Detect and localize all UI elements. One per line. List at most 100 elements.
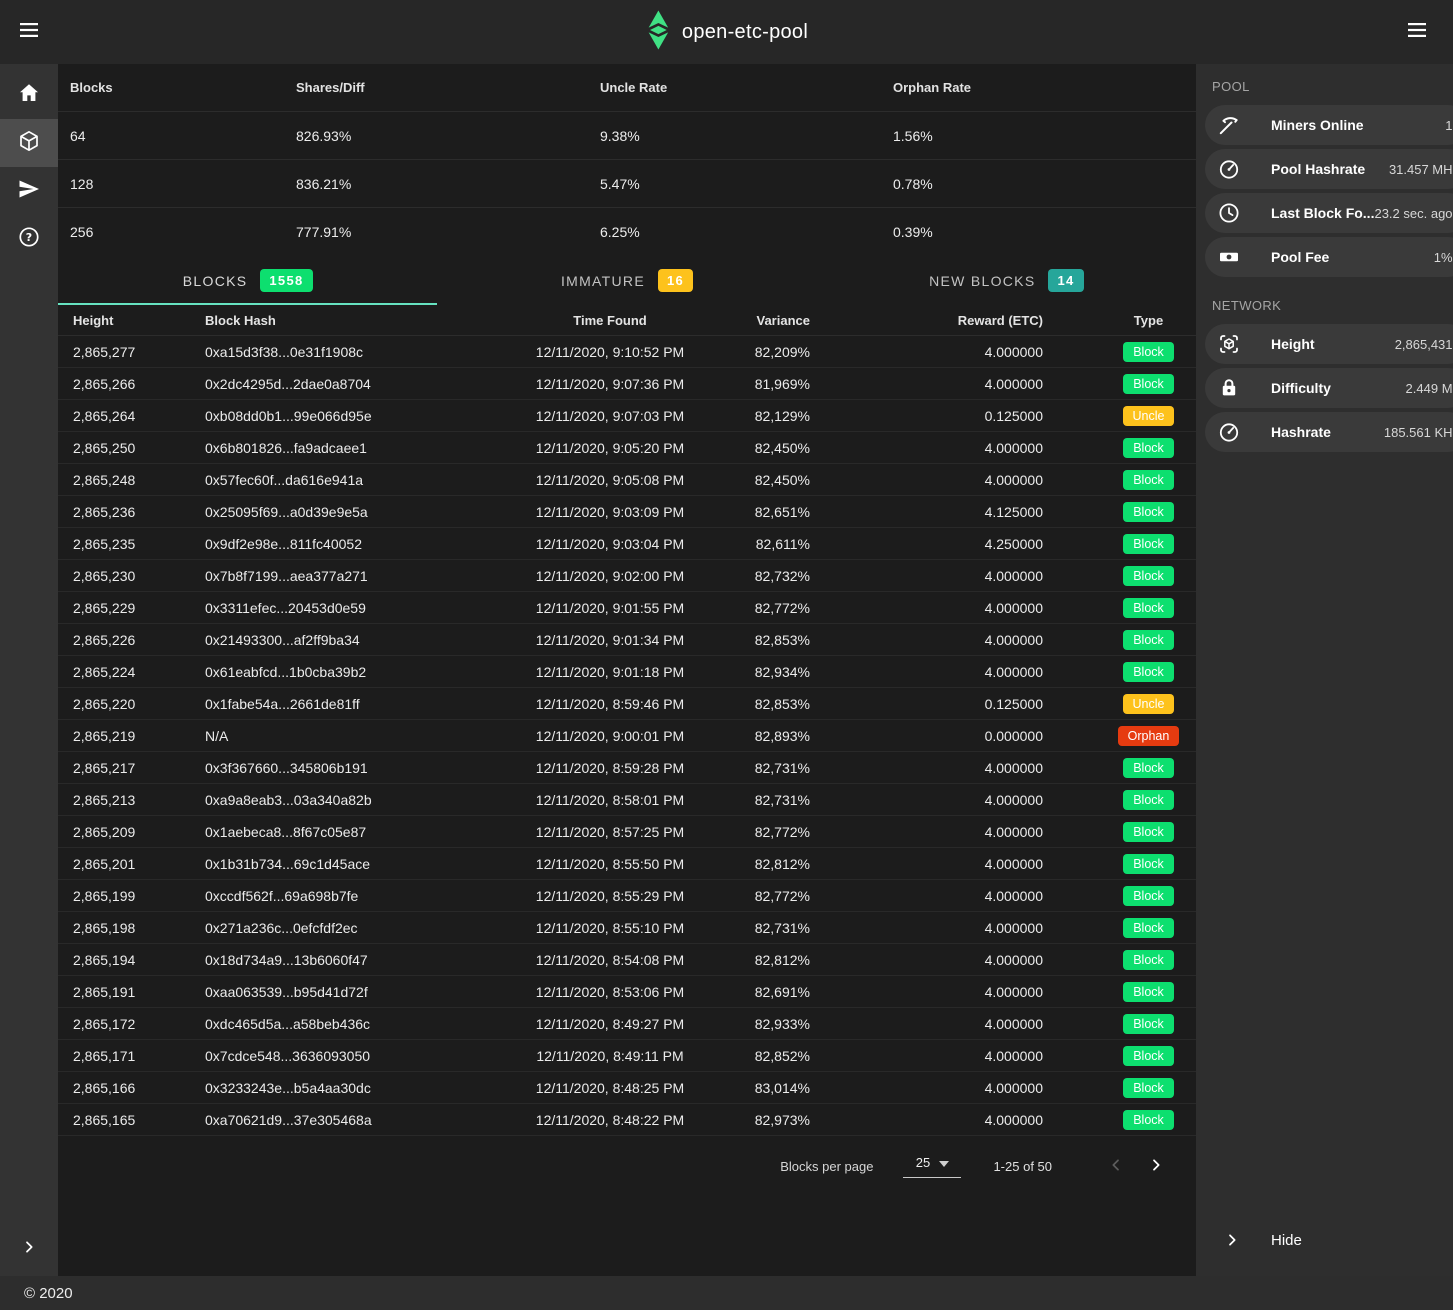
time-found-cell: 12/11/2020, 8:55:29 PM: [476, 888, 744, 904]
stat-pill-last-block-fo: Last Block Fo...23.2 sec. ago: [1205, 193, 1453, 233]
table-row[interactable]: 2,865,1710x7cdce548...363609305012/11/20…: [58, 1040, 1196, 1072]
block-hash-cell: 0xa70621d9...37e305468a: [190, 1112, 476, 1128]
right-info-panel: POOL Miners Online1Pool Hashrate31.457 M…: [1196, 64, 1453, 1276]
stats-header-cell: Uncle Rate: [588, 80, 881, 95]
variance-cell: 82,893%: [744, 728, 872, 744]
menu-button-right[interactable]: [1381, 0, 1453, 64]
table-row[interactable]: 2,865,2640xb08dd0b1...99e066d95e12/11/20…: [58, 400, 1196, 432]
table-row[interactable]: 2,865,2660x2dc4295d...2dae0a870412/11/20…: [58, 368, 1196, 400]
send-icon: [17, 177, 41, 206]
reward-cell: 0.000000: [872, 728, 1101, 744]
stat-label: Pool Fee: [1271, 249, 1329, 265]
type-badge: Block: [1123, 982, 1174, 1002]
table-row[interactable]: 2,865,1660x3233243e...b5a4aa30dc12/11/20…: [58, 1072, 1196, 1104]
time-found-cell: 12/11/2020, 9:01:55 PM: [476, 600, 744, 616]
height-cell: 2,865,236: [58, 504, 190, 520]
height-cell: 2,865,209: [58, 824, 190, 840]
table-row[interactable]: 2,865,2240x61eabfcd...1b0cba39b212/11/20…: [58, 656, 1196, 688]
table-row[interactable]: 2,865,2500x6b801826...fa9adcaee112/11/20…: [58, 432, 1196, 464]
time-found-cell: 12/11/2020, 9:03:04 PM: [476, 536, 744, 552]
table-row[interactable]: 2,865,1980x271a236c...0efcfdf2ec12/11/20…: [58, 912, 1196, 944]
table-row[interactable]: 2,865,2290x3311efec...20453d0e5912/11/20…: [58, 592, 1196, 624]
type-cell: Block: [1101, 1014, 1196, 1034]
tab-count-badge: 16: [658, 269, 693, 292]
table-row[interactable]: 2,865,2130xa9a8eab3...03a340a82b12/11/20…: [58, 784, 1196, 816]
height-cell: 2,865,248: [58, 472, 190, 488]
block-hash-cell: 0xa15d3f38...0e31f1908c: [190, 344, 476, 360]
menu-button-left[interactable]: [0, 0, 58, 64]
table-row[interactable]: 2,865,2480x57fec60f...da616e941a12/11/20…: [58, 464, 1196, 496]
reward-cell: 4.000000: [872, 440, 1101, 456]
type-cell: Block: [1101, 758, 1196, 778]
stats-header-cell: Blocks: [58, 80, 284, 95]
table-row[interactable]: 2,865,2360x25095f69...a0d39e9e5a12/11/20…: [58, 496, 1196, 528]
block-hash-cell: 0xccdf562f...69a698b7fe: [190, 888, 476, 904]
previous-page-button[interactable]: [1096, 1157, 1136, 1176]
table-row[interactable]: 2,865,2260x21493300...af2ff9ba3412/11/20…: [58, 624, 1196, 656]
block-hash-cell: 0x3f367660...345806b191: [190, 760, 476, 776]
stats-value-cell: 1.56%: [881, 128, 1196, 144]
block-hash-cell: N/A: [190, 728, 476, 744]
tab-immature[interactable]: IMMATURE16: [437, 256, 816, 305]
tab-blocks[interactable]: BLOCKS1558: [58, 256, 437, 305]
height-cell: 2,865,201: [58, 856, 190, 872]
pool-section-title: POOL: [1205, 64, 1453, 105]
block-hash-cell: 0x21493300...af2ff9ba34: [190, 632, 476, 648]
table-row[interactable]: 2,865,1720xdc465d5a...a58beb436c12/11/20…: [58, 1008, 1196, 1040]
stats-value-cell: 6.25%: [588, 224, 881, 240]
variance-cell: 82,934%: [744, 664, 872, 680]
variance-cell: 82,450%: [744, 472, 872, 488]
stats-row: 64826.93%9.38%1.56%: [58, 112, 1196, 160]
main-content: BlocksShares/DiffUncle RateOrphan Rate 6…: [58, 64, 1196, 1276]
table-row[interactable]: 2,865,2300x7b8f7199...aea377a27112/11/20…: [58, 560, 1196, 592]
table-row[interactable]: 2,865,2090x1aebeca8...8f67c05e8712/11/20…: [58, 816, 1196, 848]
column-header: Height: [58, 313, 190, 328]
sidebar-item-send[interactable]: [0, 167, 58, 215]
table-row[interactable]: 2,865,2350x9df2e98e...811fc4005212/11/20…: [58, 528, 1196, 560]
table-row[interactable]: 2,865,1940x18d734a9...13b6060f4712/11/20…: [58, 944, 1196, 976]
reward-cell: 4.000000: [872, 1016, 1101, 1032]
variance-cell: 82,812%: [744, 952, 872, 968]
reward-cell: 4.000000: [872, 600, 1101, 616]
column-header: Reward (ETC): [872, 313, 1101, 328]
copyright-text: © 2020: [24, 1285, 73, 1302]
height-cell: 2,865,199: [58, 888, 190, 904]
pagination-bar: Blocks per page 25 1-25 of 50: [58, 1136, 1196, 1196]
reward-cell: 0.125000: [872, 696, 1101, 712]
sidebar-item-home[interactable]: [0, 71, 58, 119]
stat-label: Hashrate: [1271, 424, 1331, 440]
sidebar-item-cube[interactable]: [0, 119, 58, 167]
table-row[interactable]: 2,865,2770xa15d3f38...0e31f1908c12/11/20…: [58, 336, 1196, 368]
next-page-button[interactable]: [1136, 1157, 1176, 1176]
height-cell: 2,865,198: [58, 920, 190, 936]
gauge-icon: [1205, 157, 1253, 181]
expand-sidebar-button[interactable]: [0, 1239, 58, 1260]
table-row[interactable]: 2,865,1910xaa063539...b95d41d72f12/11/20…: [58, 976, 1196, 1008]
block-hash-cell: 0x7b8f7199...aea377a271: [190, 568, 476, 584]
type-cell: Block: [1101, 502, 1196, 522]
block-hash-cell: 0xb08dd0b1...99e066d95e: [190, 408, 476, 424]
time-found-cell: 12/11/2020, 9:05:08 PM: [476, 472, 744, 488]
table-row[interactable]: 2,865,2010x1b31b734...69c1d45ace12/11/20…: [58, 848, 1196, 880]
brand: open-etc-pool: [645, 9, 808, 56]
table-row[interactable]: 2,865,1650xa70621d9...37e305468a12/11/20…: [58, 1104, 1196, 1136]
table-row[interactable]: 2,865,1990xccdf562f...69a698b7fe12/11/20…: [58, 880, 1196, 912]
table-row[interactable]: 2,865,2170x3f367660...345806b19112/11/20…: [58, 752, 1196, 784]
hide-panel-button[interactable]: Hide: [1205, 1218, 1453, 1262]
table-row[interactable]: 2,865,2200x1fabe54a...2661de81ff12/11/20…: [58, 688, 1196, 720]
help-icon: ?: [17, 225, 41, 254]
time-found-cell: 12/11/2020, 8:57:25 PM: [476, 824, 744, 840]
blocks-table-body: 2,865,2770xa15d3f38...0e31f1908c12/11/20…: [58, 336, 1196, 1136]
tab-new-blocks[interactable]: NEW BLOCKS14: [817, 256, 1196, 305]
block-hash-cell: 0xdc465d5a...a58beb436c: [190, 1016, 476, 1032]
type-badge: Block: [1123, 662, 1174, 682]
page-size-select[interactable]: 25: [903, 1155, 961, 1178]
height-cell: 2,865,213: [58, 792, 190, 808]
sidebar-item-help[interactable]: ?: [0, 215, 58, 263]
height-cell: 2,865,224: [58, 664, 190, 680]
etc-logo-icon: [645, 9, 671, 56]
svg-text:?: ?: [26, 231, 32, 244]
block-hash-cell: 0x1fabe54a...2661de81ff: [190, 696, 476, 712]
block-hash-cell: 0xa9a8eab3...03a340a82b: [190, 792, 476, 808]
table-row[interactable]: 2,865,219N/A12/11/2020, 9:00:01 PM82,893…: [58, 720, 1196, 752]
